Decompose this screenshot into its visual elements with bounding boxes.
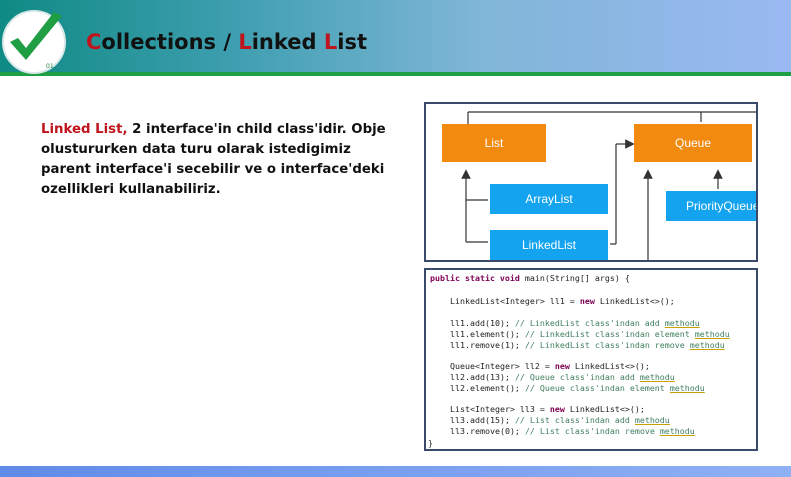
code-text: LinkedList<>(); bbox=[594, 296, 675, 306]
code-comment: // List class'indan remove bbox=[524, 425, 660, 436]
code-text: ll3.add(15); bbox=[450, 414, 515, 425]
code-text: ll1.element(); bbox=[450, 328, 525, 339]
code-text: ll2.element(); bbox=[450, 382, 525, 393]
code-comment: methodu bbox=[664, 318, 700, 328]
title-part: ist bbox=[337, 30, 368, 54]
code-line: ll3.add(15); // List class'indan add met… bbox=[450, 415, 670, 426]
code-text: Queue<Integer> ll2 = bbox=[450, 361, 555, 371]
list-box: List bbox=[442, 124, 546, 162]
code-comment: // LinkedList class'indan add bbox=[514, 318, 665, 328]
code-line: ll2.add(13); // Queue class'indan add me… bbox=[450, 372, 675, 383]
code-line: Queue<Integer> ll2 = new LinkedList<>(); bbox=[450, 361, 650, 372]
code-comment: methodu bbox=[659, 425, 695, 436]
code-keyword: new bbox=[579, 296, 595, 306]
code-line: ll1.remove(1); // LinkedList class'indan… bbox=[450, 340, 725, 351]
code-comment: // List class'indan add bbox=[514, 414, 635, 425]
title-part: L bbox=[323, 30, 338, 54]
code-line: List<Integer> ll3 = new LinkedList<>(); bbox=[450, 404, 645, 415]
code-comment: methodu bbox=[639, 371, 675, 382]
code-comment: // LinkedList class'indan element bbox=[524, 328, 695, 339]
description-text: Linked List, 2 interface'in child class'… bbox=[41, 120, 401, 200]
code-text: } bbox=[428, 438, 433, 448]
page-title: Collections / Linked List bbox=[86, 30, 367, 54]
code-line: ll3.remove(0); // List class'indan remov… bbox=[450, 426, 695, 437]
title-part: C bbox=[86, 30, 102, 54]
queue-box: Queue bbox=[634, 124, 752, 162]
code-comment: methodu bbox=[694, 328, 730, 339]
code-text: LinkedList<Integer> ll1 = bbox=[450, 296, 580, 306]
checkmark-logo-icon: 01 bbox=[2, 10, 66, 74]
title-part: L bbox=[238, 30, 252, 54]
code-comment: methodu bbox=[669, 382, 705, 393]
code-keyword: new bbox=[554, 361, 570, 371]
code-text: ll2.add(13); bbox=[450, 371, 515, 382]
code-text: List<Integer> ll3 = bbox=[450, 404, 550, 414]
header-divider bbox=[0, 72, 791, 76]
code-keyword: new bbox=[549, 404, 565, 414]
title-part: ollections / bbox=[101, 30, 239, 54]
code-text: ll1.remove(1); bbox=[450, 339, 525, 350]
code-keyword: public static void bbox=[430, 273, 520, 283]
code-text: main(String[] args) { bbox=[519, 273, 630, 283]
description-highlight: Linked List, bbox=[41, 122, 128, 137]
code-line: LinkedList<Integer> ll1 = new LinkedList… bbox=[450, 296, 675, 307]
code-line: ll2.element(); // Queue class'indan elem… bbox=[450, 383, 705, 394]
code-text: LinkedList<>(); bbox=[564, 404, 645, 414]
code-comment: methodu bbox=[689, 339, 725, 350]
title-part: inked bbox=[251, 30, 324, 54]
code-comment: methodu bbox=[634, 414, 670, 425]
arraylist-box: ArrayList bbox=[490, 184, 608, 214]
class-hierarchy-diagram: List Queue ArrayList LinkedList Priority… bbox=[424, 102, 758, 262]
code-comment: // LinkedList class'indan remove bbox=[524, 339, 690, 350]
code-comment: // Queue class'indan add bbox=[514, 371, 640, 382]
code-line: } bbox=[428, 438, 433, 449]
code-text: LinkedList<>(); bbox=[569, 361, 650, 371]
priorityqueue-box: PriorityQueue bbox=[666, 191, 756, 221]
footer-bar bbox=[0, 466, 791, 477]
linkedlist-box: LinkedList bbox=[490, 230, 608, 260]
code-listing: public static void main(String[] args) {… bbox=[424, 268, 758, 451]
code-text: ll1.add(10); bbox=[450, 318, 515, 328]
logo-text: 01 bbox=[46, 63, 54, 70]
code-line: ll1.add(10); // LinkedList class'indan a… bbox=[450, 318, 700, 329]
code-line: ll1.element(); // LinkedList class'indan… bbox=[450, 329, 730, 340]
code-comment: // Queue class'indan element bbox=[524, 382, 670, 393]
code-line: public static void main(String[] args) { bbox=[430, 273, 630, 284]
code-text: ll3.remove(0); bbox=[450, 425, 525, 436]
